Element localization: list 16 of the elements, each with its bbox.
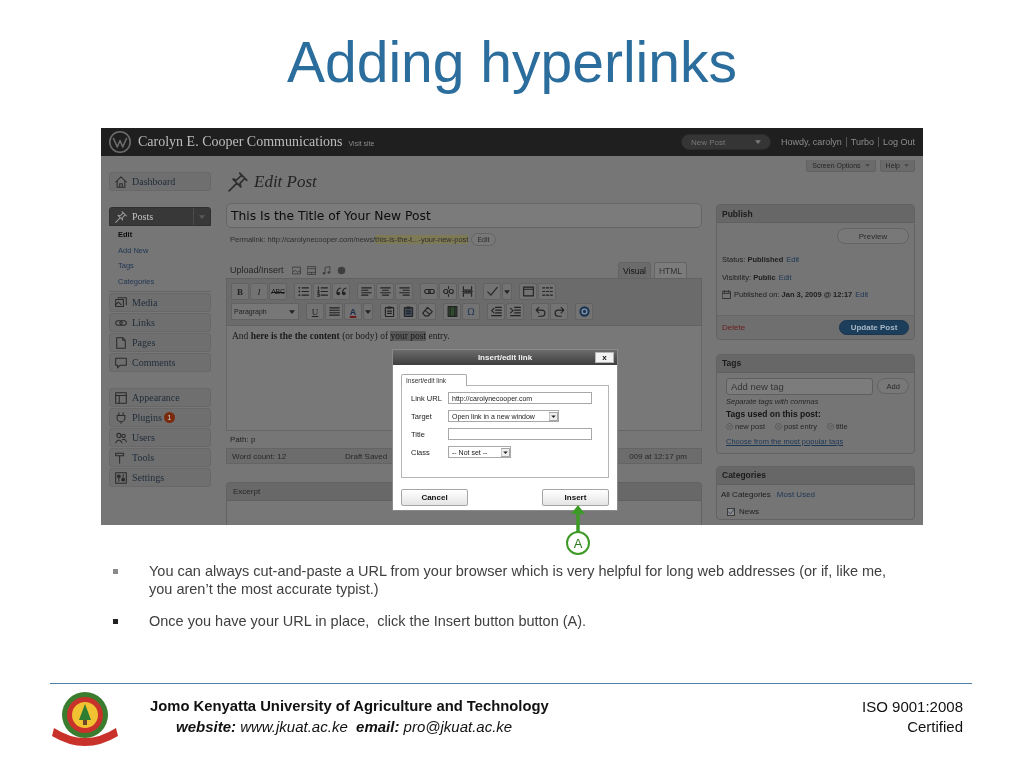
category-label: News bbox=[739, 507, 759, 516]
word-count: Word count: 12 bbox=[232, 451, 288, 461]
page-heading: Edit Post bbox=[254, 172, 317, 192]
site-title: Carolyn E. Cooper Communications bbox=[138, 134, 343, 150]
bullet-text: You can always cut-and-paste a URL from your browser which is very helpful for long web addresses (or if, like me, you aren’t the most accurate typist.) bbox=[149, 562, 888, 598]
path-label: Path: p bbox=[230, 435, 256, 444]
institution-name: Jomo Kenyatta University of Agriculture and Technology bbox=[150, 698, 549, 714]
slide-title: Adding hyperlinks bbox=[287, 30, 737, 96]
tags-used-heading: Tags used on this post: bbox=[726, 409, 821, 419]
upload-insert-label: Upload/Insert bbox=[230, 265, 284, 275]
certification-text: ISO 9001:2008 bbox=[862, 697, 963, 715]
dialog-title: Insert/edit link bbox=[477, 353, 533, 362]
bullet-text: Once you have your URL in place, click the Insert button button (A). bbox=[149, 612, 588, 630]
callout-badge: A bbox=[566, 531, 590, 555]
certification-text: Certified bbox=[907, 717, 963, 735]
contact-text: website: www.jkuat.ac.ke email: pro@jkuat.ac.ke bbox=[176, 717, 513, 735]
